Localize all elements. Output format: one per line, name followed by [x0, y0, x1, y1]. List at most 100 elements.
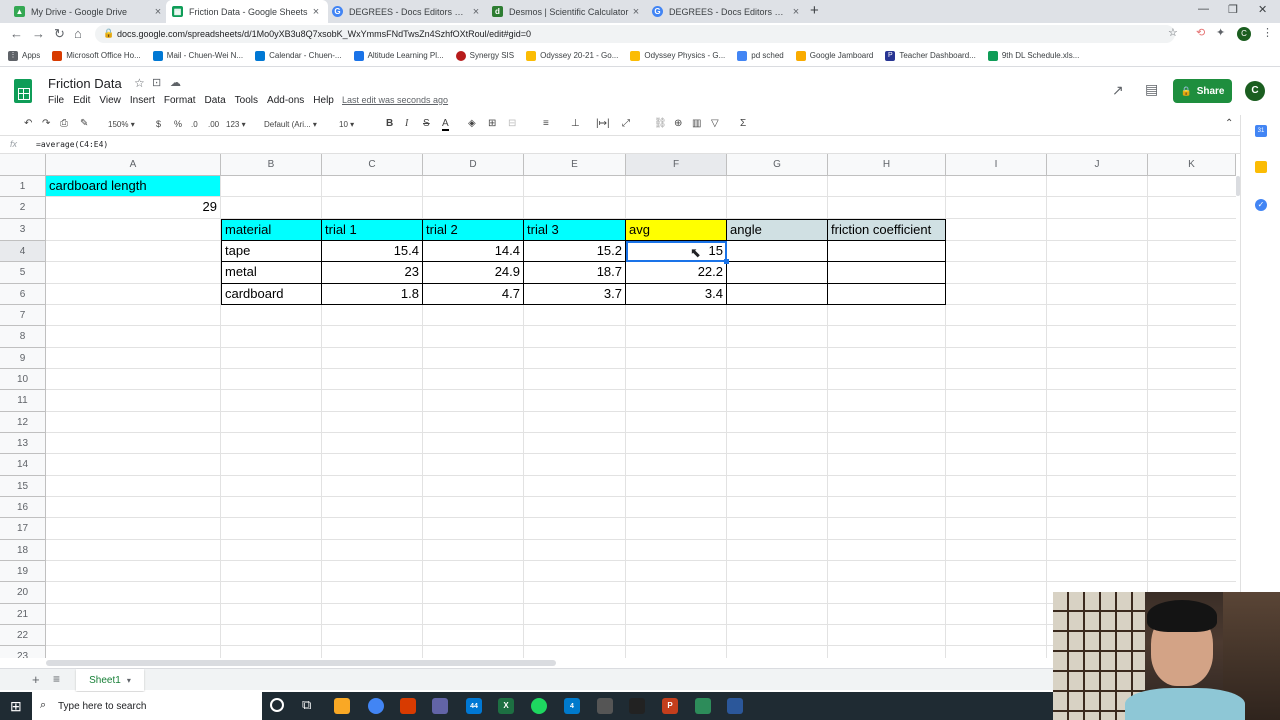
sheet-tab-sheet1[interactable]: Sheet1 ▾ — [76, 669, 144, 691]
cell-d3[interactable]: trial 2 — [423, 219, 524, 241]
taskbar-search[interactable]: ⌕ Type here to search — [32, 692, 262, 720]
sheets-logo-icon[interactable] — [14, 79, 32, 103]
app-icon-3[interactable] — [727, 698, 743, 714]
more-formats-select[interactable]: 123 ▾ — [226, 120, 246, 129]
mail-icon[interactable]: 44 — [466, 698, 482, 714]
close-icon[interactable]: × — [310, 6, 322, 18]
insert-comment-icon[interactable]: ⊕ — [674, 118, 682, 129]
bookmark-altitude[interactable]: Altitude Learning Pl... — [353, 50, 444, 61]
tab-degrees-help-2[interactable]: G DEGREES - Docs Editors Help × — [646, 0, 808, 23]
row-header[interactable]: 16 — [0, 497, 46, 518]
currency-button[interactable]: $ — [156, 119, 161, 129]
cell-g3[interactable]: angle — [727, 219, 828, 241]
row-header[interactable]: 15 — [0, 476, 46, 497]
row-header[interactable]: 7 — [0, 305, 46, 326]
cell-e5[interactable]: 18.7 — [524, 262, 626, 284]
minimize-icon[interactable]: — — [1198, 3, 1209, 15]
row-header[interactable]: 18 — [0, 540, 46, 561]
profile-avatar[interactable]: C — [1237, 27, 1251, 41]
tab-my-drive[interactable]: ▲ My Drive - Google Drive × — [8, 0, 170, 23]
row-header[interactable]: 3 — [0, 219, 46, 241]
decrease-decimal-button[interactable]: .0 — [191, 120, 198, 129]
row-header[interactable]: 14 — [0, 454, 46, 476]
cell-b6[interactable]: cardboard — [221, 284, 322, 305]
column-header-d[interactable]: D — [423, 154, 524, 176]
app-icon[interactable] — [597, 698, 613, 714]
column-header-f[interactable]: F — [626, 154, 727, 176]
row-header[interactable]: 4 — [0, 241, 46, 262]
vscode-icon[interactable]: 4 — [564, 698, 580, 714]
spotify-icon[interactable] — [531, 698, 547, 714]
row-header[interactable]: 19 — [0, 561, 46, 582]
row-header[interactable]: 20 — [0, 582, 46, 604]
cell-f6[interactable]: 3.4 — [626, 284, 727, 305]
fill-color-icon[interactable]: ◈ — [468, 118, 476, 129]
cell-h3[interactable]: friction coefficient — [828, 219, 946, 241]
cell-e3[interactable]: trial 3 — [524, 219, 626, 241]
percent-button[interactable]: % — [174, 119, 182, 129]
formula-input[interactable]: =average(C4:E4) — [36, 140, 108, 149]
cell-g5[interactable] — [727, 262, 828, 284]
align-horizontal-icon[interactable]: ≡ — [543, 118, 549, 129]
column-header-g[interactable]: G — [727, 154, 828, 176]
comment-icon[interactable]: ▤ — [1145, 81, 1158, 98]
cortana-icon[interactable] — [270, 698, 284, 712]
office-icon[interactable] — [400, 698, 416, 714]
column-header-h[interactable]: H — [828, 154, 946, 176]
cell-c5[interactable]: 23 — [322, 262, 423, 284]
row-header[interactable]: 9 — [0, 348, 46, 369]
align-vertical-icon[interactable]: ⊥ — [571, 118, 580, 129]
cell-f3[interactable]: avg — [626, 219, 727, 241]
insert-chart-icon[interactable]: ▥ — [692, 118, 701, 129]
kebab-menu-icon[interactable]: ⋮ — [1262, 26, 1273, 39]
document-title[interactable]: Friction Data — [48, 76, 122, 91]
account-avatar[interactable]: C — [1245, 81, 1265, 101]
bookmark-pd-sched[interactable]: pd sched — [737, 50, 784, 61]
bookmark-apps[interactable]: ⋮ Apps — [8, 50, 40, 61]
row-header[interactable]: 10 — [0, 369, 46, 390]
cell-g6[interactable] — [727, 284, 828, 305]
text-color-button[interactable]: A — [442, 118, 449, 131]
close-icon[interactable]: × — [630, 6, 642, 18]
cell-c6[interactable]: 1.8 — [322, 284, 423, 305]
chevron-down-icon[interactable]: ▾ — [127, 676, 131, 685]
row-header[interactable]: 23 — [0, 646, 46, 658]
star-icon[interactable]: ☆ — [1168, 26, 1178, 39]
bookmark-office[interactable]: Microsoft Office Ho... — [52, 50, 141, 61]
select-all-corner[interactable] — [0, 154, 46, 176]
paint-format-icon[interactable]: ✎ — [80, 118, 88, 129]
cell-e4[interactable]: 15.2 — [524, 241, 626, 262]
font-select[interactable]: Default (Ari... ▾ — [264, 120, 317, 129]
file-explorer-icon[interactable] — [334, 698, 350, 714]
new-tab-icon[interactable]: + — [810, 2, 819, 19]
increase-decimal-button[interactable]: .00 — [208, 120, 219, 129]
horizontal-scrollbar[interactable] — [46, 660, 556, 666]
app-icon-2[interactable] — [695, 698, 711, 714]
italic-button[interactable]: I — [405, 118, 408, 129]
menu-data[interactable]: Data — [205, 95, 226, 106]
cell-a2[interactable]: 29 — [46, 197, 221, 219]
collapse-toolbar-icon[interactable]: ⌃ — [1225, 118, 1233, 129]
tab-friction-data[interactable]: ▦ Friction Data - Google Sheets × — [166, 0, 328, 23]
bookmark-odyssey[interactable]: Odyssey 20-21 - Go... — [526, 50, 618, 61]
cell-d6[interactable]: 4.7 — [423, 284, 524, 305]
row-header[interactable]: 12 — [0, 412, 46, 433]
bookmark-mail[interactable]: Mail - Chuen-Wei N... — [152, 50, 243, 61]
row-header[interactable]: 8 — [0, 326, 46, 348]
last-edit-link[interactable]: Last edit was seconds ago — [342, 95, 448, 105]
bookmark-odyssey-physics[interactable]: Odyssey Physics - G... — [630, 50, 725, 61]
column-header-e[interactable]: E — [524, 154, 626, 176]
column-header-i[interactable]: I — [946, 154, 1047, 176]
url-field[interactable]: 🔒 docs.google.com/spreadsheets/d/1Mo0yXB… — [95, 25, 1175, 43]
strikethrough-button[interactable]: S — [423, 118, 430, 129]
chrome-icon[interactable] — [368, 698, 384, 714]
excel-icon[interactable]: X — [498, 698, 514, 714]
close-icon[interactable]: × — [470, 6, 482, 18]
menu-file[interactable]: File — [48, 95, 64, 106]
cell-h6[interactable] — [828, 284, 946, 305]
row-header[interactable]: 21 — [0, 604, 46, 625]
functions-icon[interactable]: Σ — [740, 118, 746, 129]
cloud-icon[interactable]: ☁ — [170, 76, 181, 89]
row-header[interactable]: 6 — [0, 284, 46, 305]
home-icon[interactable]: ⌂ — [74, 26, 82, 41]
